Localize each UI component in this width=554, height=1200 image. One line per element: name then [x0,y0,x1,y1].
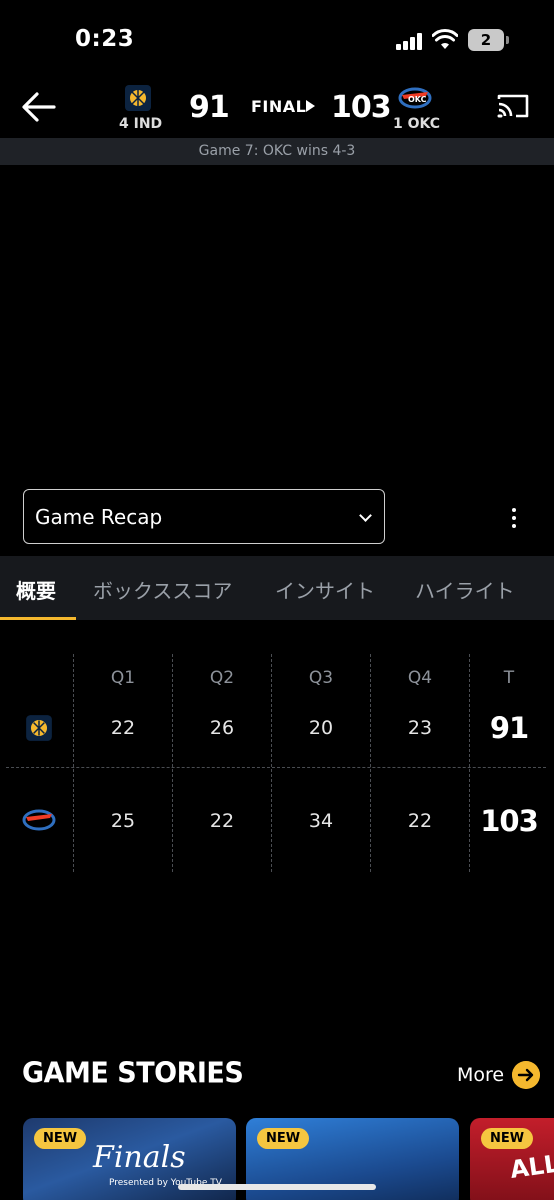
column-header-q3: Q3 [308,668,334,688]
cast-icon[interactable] [496,92,530,120]
thunder-logo-icon [22,809,56,831]
wifi-icon [432,29,458,49]
story-card-title: Finals [93,1140,186,1175]
status-time: 0:23 [75,26,135,52]
okc-q3-score: 34 [308,810,334,832]
video-select-dropdown[interactable]: Game Recap [23,489,385,544]
tab-insights[interactable]: インサイト [275,575,375,604]
away-score: 91 [189,90,230,125]
back-arrow-icon[interactable] [20,90,58,124]
battery-tip [506,36,509,44]
arrow-right-icon[interactable] [512,1061,540,1089]
battery-icon: 2 [468,29,504,51]
pacers-logo-icon[interactable] [124,84,152,112]
story-card[interactable]: NEW ALL- [470,1118,554,1200]
tab-overview[interactable]: 概要 [16,575,56,604]
series-status: Game 7: OKC wins 4-3 [0,138,554,165]
away-team-abbr: 4 IND [119,116,163,132]
thunder-logo-icon[interactable]: OKC [398,86,432,110]
okc-q2-score: 22 [209,810,235,832]
game-header: 4 IND 91 FINAL 103 OKC 1 OKC [0,80,554,138]
home-team-abbr: 1 OKC [393,116,441,132]
column-header-total: T [503,668,515,688]
home-indicator[interactable] [178,1184,376,1190]
more-options-icon[interactable] [504,505,524,531]
active-tab-indicator [0,617,76,620]
ind-q1-score: 22 [110,717,136,739]
pacers-logo-icon [26,715,52,741]
video-select-value: Game Recap [35,505,163,529]
row-divider [6,767,546,768]
svg-text:OKC: OKC [408,95,427,104]
new-badge: NEW [34,1128,87,1149]
tab-bar: 概要 ボックススコア インサイト ハイライト [0,556,554,620]
tab-box-score[interactable]: ボックススコア [93,575,232,604]
new-badge: NEW [257,1128,310,1149]
column-header-q2: Q2 [209,668,235,688]
game-stories-heading: GAME STORIES [22,1057,244,1090]
column-header-q1: Q1 [110,668,136,688]
okc-q4-score: 22 [407,810,433,832]
game-status[interactable]: FINAL [251,97,306,116]
tab-highlights[interactable]: ハイライト [415,575,515,604]
chevron-down-icon [359,509,372,522]
video-player[interactable] [0,165,554,475]
story-card-title: ALL- [508,1148,554,1184]
ind-q4-score: 23 [407,717,433,739]
ind-q3-score: 20 [308,717,334,739]
okc-q1-score: 25 [110,810,136,832]
cellular-signal-icon [396,32,426,50]
more-stories-link[interactable]: More [457,1064,504,1086]
okc-total-score: 103 [480,804,539,838]
status-bar: 0:23 2 [0,0,554,80]
play-triangle-icon[interactable] [306,100,315,112]
ind-q2-score: 26 [209,717,235,739]
column-header-q4: Q4 [407,668,433,688]
linescore-table: Q1 Q2 Q3 Q4 T 22 26 20 23 91 25 22 34 22… [0,654,554,872]
home-score: 103 [331,90,392,125]
ind-total-score: 91 [489,711,529,745]
new-badge: NEW [481,1128,534,1149]
